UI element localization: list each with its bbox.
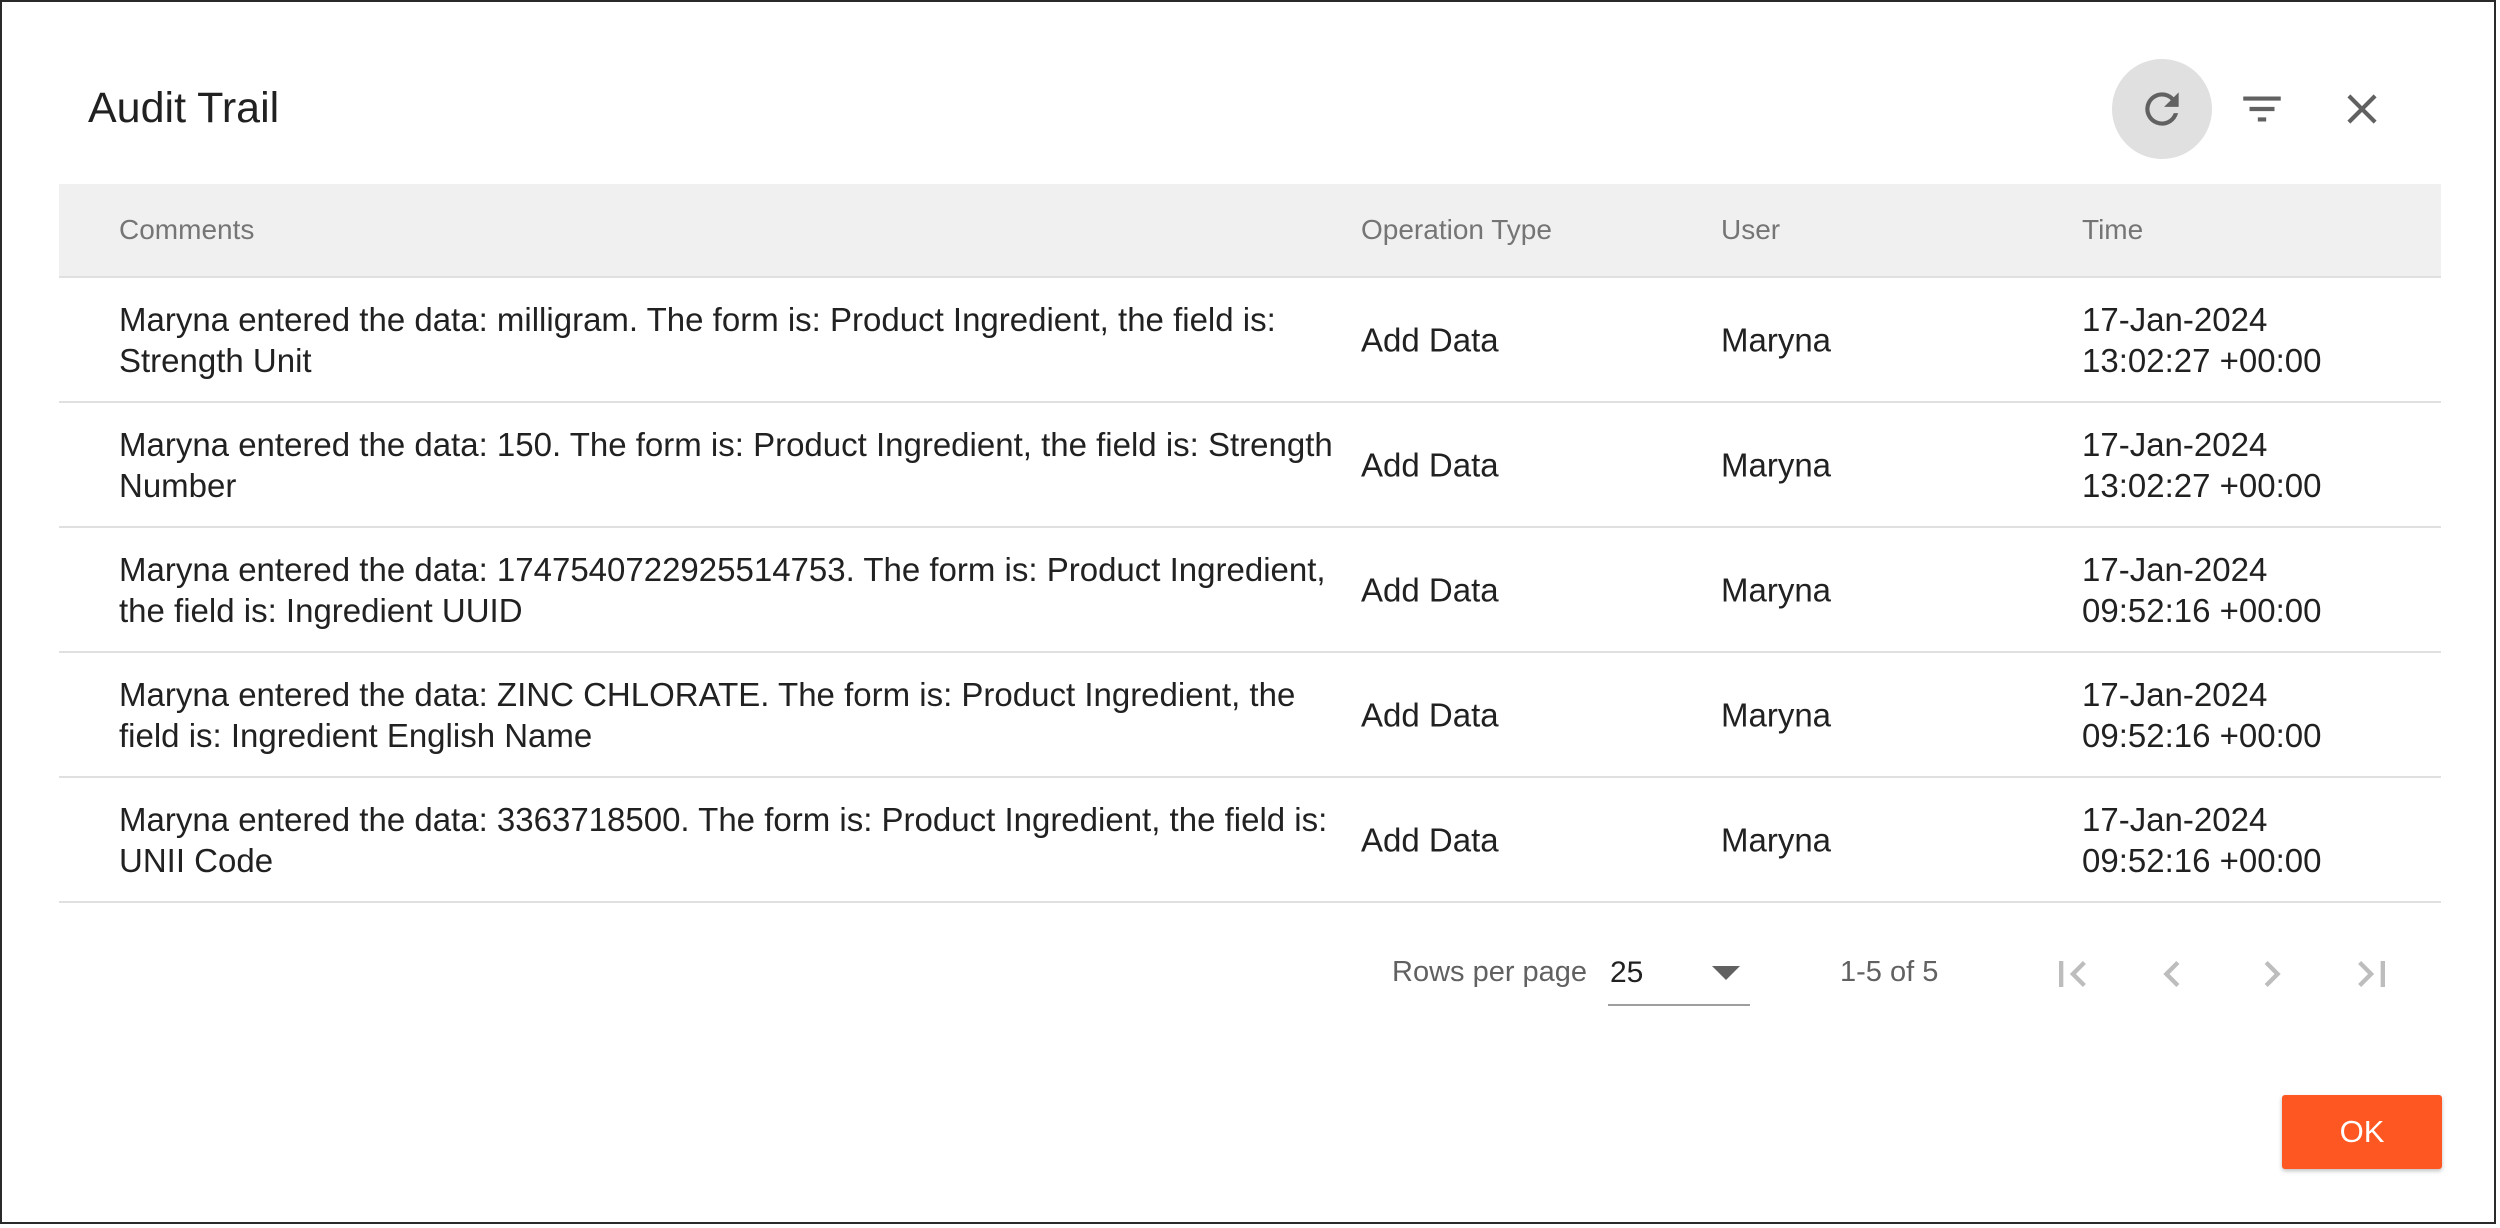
rows-per-page-select[interactable]: 25 — [1608, 942, 1750, 1006]
chevron-right-icon — [2264, 961, 2281, 987]
comments-cell: Maryna entered the data: milligram. The … — [119, 300, 1276, 379]
close-icon — [2347, 94, 2377, 124]
filter-button[interactable] — [2212, 59, 2312, 159]
operation-type-cell: Add Data — [1361, 571, 1499, 608]
operation-type-cell: Add Data — [1361, 696, 1499, 733]
column-header-user[interactable]: User — [1721, 212, 1780, 248]
last-page-button[interactable] — [2332, 934, 2412, 1014]
operation-type-cell: Add Data — [1361, 446, 1499, 483]
comments-cell: Maryna entered the data: ZINC CHLORATE. … — [119, 675, 1296, 754]
time-cell: 17-Jan-2024 13:02:27 +00:00 — [2082, 424, 2422, 506]
pagination: Rows per page 25 1-5 of 5 — [2, 942, 2500, 1012]
operation-type-cell: Add Data — [1361, 821, 1499, 858]
ok-button[interactable]: OK — [2282, 1095, 2442, 1169]
next-page-button[interactable] — [2232, 934, 2312, 1014]
user-cell: Maryna — [1721, 446, 1832, 483]
user-cell: Maryna — [1721, 696, 1832, 733]
table-row[interactable]: Maryna entered the data: milligram. The … — [59, 278, 2441, 403]
time-cell: 17-Jan-2024 09:52:16 +00:00 — [2082, 674, 2422, 756]
audit-table: Comments Operation Type User Time Maryna… — [59, 184, 2441, 903]
table-row[interactable]: Maryna entered the data: 150. The form i… — [59, 403, 2441, 528]
time-cell: 17-Jan-2024 09:52:16 +00:00 — [2082, 799, 2422, 881]
refresh-button[interactable] — [2112, 59, 2212, 159]
dropdown-arrow-icon — [1712, 966, 1740, 980]
table-row[interactable]: Maryna entered the data: 3363718500. The… — [59, 778, 2441, 903]
time-date: 17-Jan-2024 — [2082, 425, 2268, 463]
time-clock: 09:52:16 +00:00 — [2082, 841, 2322, 879]
user-cell: Maryna — [1721, 321, 1832, 358]
table-row[interactable]: Maryna entered the data: 174754072292551… — [59, 528, 2441, 653]
time-date: 17-Jan-2024 — [2082, 675, 2268, 713]
user-cell: Maryna — [1721, 821, 1832, 858]
column-header-comments[interactable]: Comments — [119, 212, 254, 248]
close-button[interactable] — [2312, 59, 2412, 159]
last-page-icon — [2358, 961, 2385, 987]
first-page-button[interactable] — [2032, 934, 2112, 1014]
table-header: Comments Operation Type User Time — [59, 184, 2441, 278]
filter-icon — [2243, 96, 2281, 122]
time-date: 17-Jan-2024 — [2082, 550, 2268, 588]
rows-per-page-label: Rows per page — [1392, 956, 1588, 988]
time-clock: 13:02:27 +00:00 — [2082, 341, 2322, 379]
time-date: 17-Jan-2024 — [2082, 300, 2268, 338]
operation-type-cell: Add Data — [1361, 321, 1499, 358]
time-clock: 09:52:16 +00:00 — [2082, 716, 2322, 754]
comments-cell: Maryna entered the data: 3363718500. The… — [119, 800, 1328, 879]
column-header-operation-type[interactable]: Operation Type — [1361, 212, 1552, 248]
user-cell: Maryna — [1721, 571, 1832, 608]
dialog-title: Audit Trail — [88, 84, 280, 132]
chevron-left-icon — [2163, 961, 2180, 987]
time-cell: 17-Jan-2024 13:02:27 +00:00 — [2082, 299, 2422, 381]
page-range-text: 1-5 of 5 — [1840, 956, 1939, 988]
table-row[interactable]: Maryna entered the data: ZINC CHLORATE. … — [59, 653, 2441, 778]
first-page-icon — [2059, 961, 2086, 987]
time-date: 17-Jan-2024 — [2082, 800, 2268, 838]
time-clock: 13:02:27 +00:00 — [2082, 466, 2322, 504]
audit-trail-dialog: Audit Trail Comments Operation Type User… — [0, 0, 2496, 1224]
previous-page-button[interactable] — [2132, 934, 2212, 1014]
time-clock: 09:52:16 +00:00 — [2082, 591, 2322, 629]
refresh-icon — [2145, 92, 2179, 126]
comments-cell: Maryna entered the data: 150. The form i… — [119, 425, 1333, 504]
time-cell: 17-Jan-2024 09:52:16 +00:00 — [2082, 549, 2422, 631]
rows-per-page-value: 25 — [1610, 956, 1644, 989]
comments-cell: Maryna entered the data: 174754072292551… — [119, 550, 1326, 629]
column-header-time[interactable]: Time — [2082, 212, 2143, 248]
